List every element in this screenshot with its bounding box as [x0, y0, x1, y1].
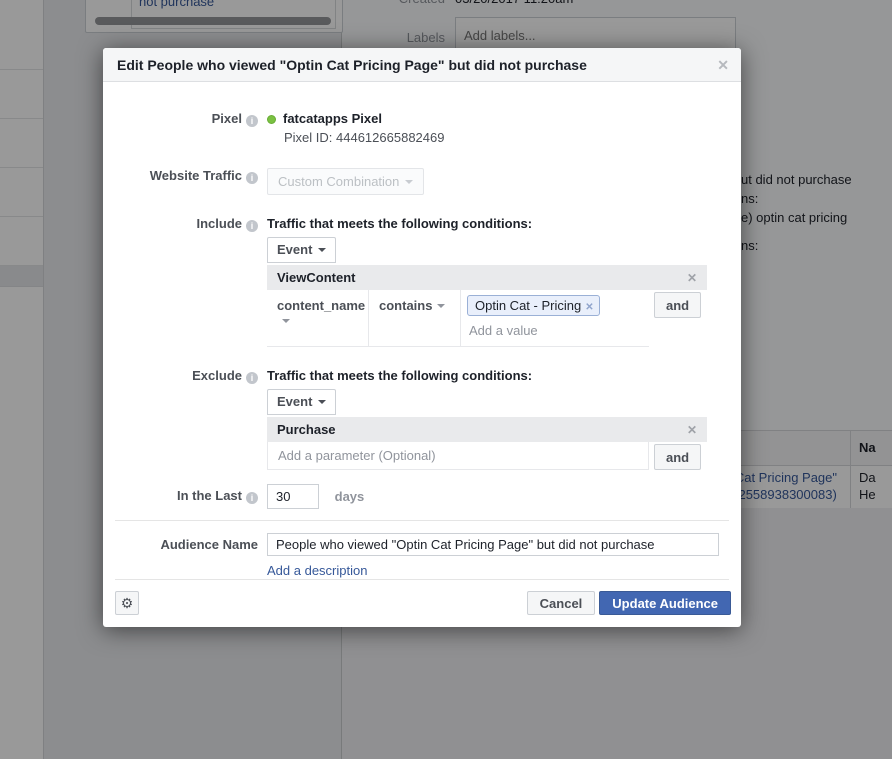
audience-name-label: Audience Name: [160, 537, 258, 552]
operator-dropdown[interactable]: contains: [369, 290, 461, 346]
gear-icon[interactable]: ⚙: [115, 591, 139, 615]
exclude-condition-row: and: [267, 442, 741, 470]
modal-footer: ⚙ Cancel Update Audience: [103, 579, 741, 627]
chevron-down-icon: [437, 304, 446, 308]
chevron-down-icon: [405, 180, 414, 184]
include-event-dropdown[interactable]: Event: [267, 237, 337, 263]
exclude-event-dropdown[interactable]: Event: [267, 389, 337, 415]
event-name: Purchase: [277, 422, 336, 437]
add-parameter-input[interactable]: [267, 442, 649, 470]
exclude-event-bar: Purchase ✕: [267, 417, 707, 442]
section-divider: [115, 520, 729, 521]
pixel-status-dot: [267, 115, 276, 124]
info-icon: i: [246, 172, 258, 184]
cancel-button[interactable]: Cancel: [526, 591, 596, 615]
traffic-type-dropdown[interactable]: Custom Combination: [267, 168, 425, 195]
pixel-label: Pixel i: [103, 107, 267, 145]
event-name: ViewContent: [277, 270, 356, 285]
in-the-last-label: In the Last i: [103, 484, 267, 509]
add-description-link[interactable]: Add a description: [267, 563, 367, 578]
value-cell: Optin Cat - Pricing ✕: [461, 290, 649, 346]
days-unit-label: days: [334, 489, 365, 504]
exclude-intro: Traffic that meets the following conditi…: [267, 368, 533, 383]
exclude-label: Exclude i: [103, 364, 267, 470]
close-icon[interactable]: ✕: [717, 58, 729, 72]
remove-event-icon[interactable]: ✕: [687, 271, 697, 285]
audience-name-input[interactable]: [267, 533, 719, 556]
remove-token-icon[interactable]: ✕: [585, 302, 593, 313]
website-traffic-row: Website Traffic i Custom Combination: [103, 164, 741, 195]
update-audience-button[interactable]: Update Audience: [599, 591, 731, 615]
in-the-last-row: In the Lasti days: [103, 484, 741, 509]
exclude-and-button[interactable]: and: [654, 444, 702, 470]
modal-title: Edit People who viewed "Optin Cat Pricin…: [117, 56, 587, 73]
chevron-down-icon: [282, 319, 290, 323]
info-icon: i: [246, 220, 258, 232]
pixel-name: fatcatapps Pixel: [283, 111, 382, 126]
audience-name-row: Audience Name Add a description: [103, 533, 741, 578]
modal-body: Pixel i fatcatapps Pixel Pixel ID: 444612…: [103, 82, 741, 578]
modal-header: Edit People who viewed "Optin Cat Pricin…: [103, 48, 741, 82]
remove-event-icon[interactable]: ✕: [687, 423, 697, 437]
include-label: Include i: [103, 212, 267, 347]
exclude-row: Exclude i Traffic that meets the followin…: [103, 364, 741, 470]
include-intro: Traffic that meets the following conditi…: [267, 216, 533, 231]
include-event-bar: ViewContent ✕: [267, 265, 707, 290]
edit-audience-modal: Edit People who viewed "Optin Cat Pricin…: [103, 48, 741, 627]
chevron-down-icon: [318, 248, 327, 252]
chevron-down-icon: [318, 400, 327, 404]
info-icon: i: [246, 115, 258, 127]
info-icon: i: [246, 372, 258, 384]
include-condition-row: content_name contains Optin Cat - Pricin…: [267, 290, 741, 347]
days-input[interactable]: [267, 484, 319, 509]
include-and-button[interactable]: and: [654, 292, 702, 318]
parameter-dropdown[interactable]: content_name: [267, 290, 369, 346]
pixel-id: Pixel ID: 444612665882469: [284, 130, 445, 145]
value-token: Optin Cat - Pricing ✕: [467, 295, 600, 316]
include-row: Include i Traffic that meets the followin…: [103, 212, 741, 347]
add-value-input[interactable]: [467, 318, 643, 342]
website-traffic-label: Website Traffic i: [103, 164, 267, 195]
pixel-row: Pixel i fatcatapps Pixel Pixel ID: 444612…: [103, 107, 741, 145]
info-icon: i: [246, 492, 258, 504]
